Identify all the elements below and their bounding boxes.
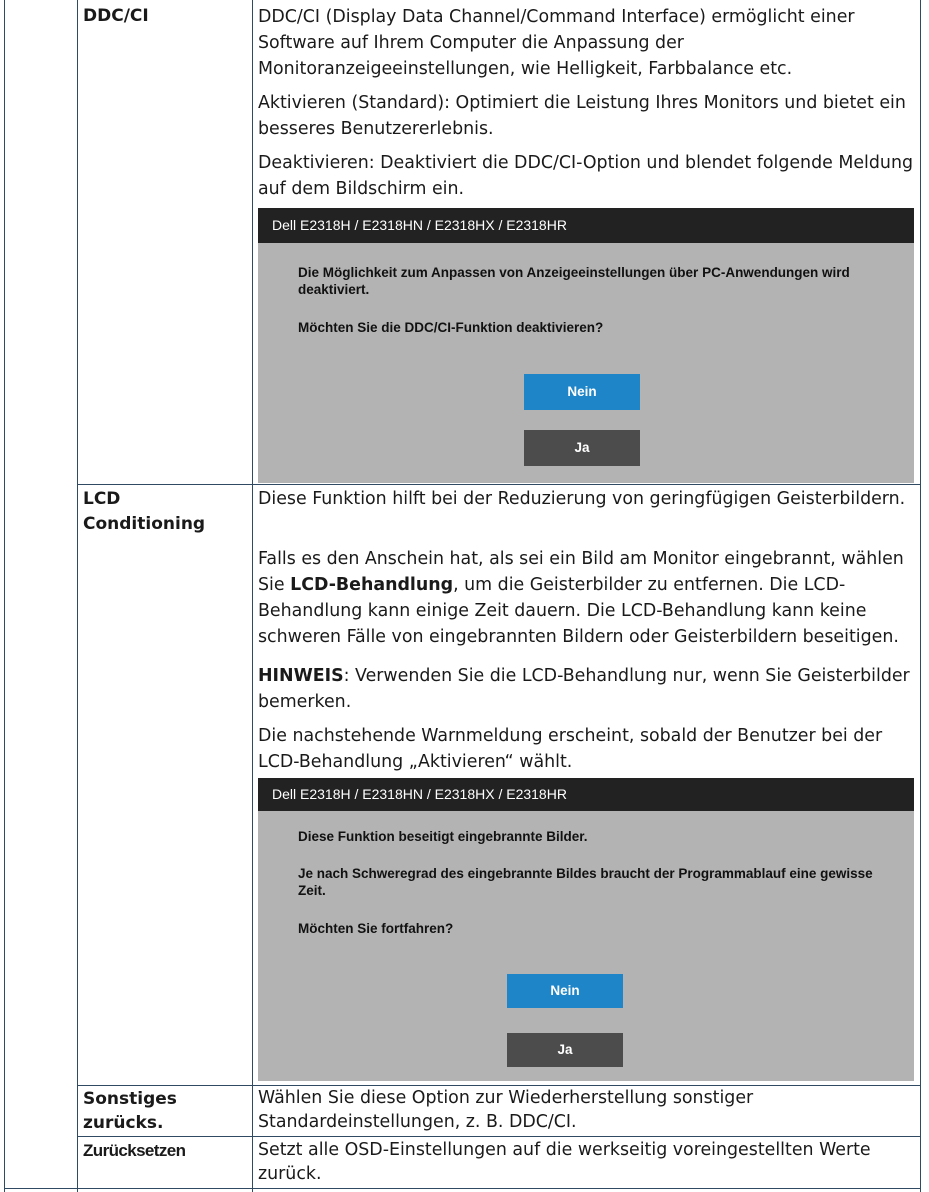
row-label-conditioning: Conditioning	[83, 514, 206, 534]
lcd-note-paragraph: HINWEIS: Verwenden Sie die LCD-Behandlun…	[258, 663, 918, 715]
row-label-zuruecksetzen: Zurücksetzen	[83, 1141, 186, 1160]
note-text: : Verwenden Sie die LCD-Behandlung nur, …	[258, 666, 910, 712]
lcd-paragraph-4: Die nachstehende Warnmeldung erscheint, …	[258, 726, 883, 772]
row-label-zuruecks: zurücks.	[83, 1113, 164, 1133]
dialog-detail: Je nach Schweregrad des eingebrannte Bil…	[298, 866, 873, 898]
lcd-paragraph-1: Diese Funktion hilft bei der Reduzierung…	[258, 489, 906, 509]
dialog-question: Möchten Sie die DDC/CI-Funktion deaktivi…	[298, 320, 604, 335]
ddc-warning-dialog: Dell E2318H / E2318HN / E2318HX / E2318H…	[258, 208, 914, 483]
dialog-title-bar: Dell E2318H / E2318HN / E2318HX / E2318H…	[258, 778, 914, 811]
yes-button[interactable]: Ja	[507, 1033, 623, 1067]
dialog-message: Diese Funktion beseitigt eingebrannte Bi…	[298, 829, 588, 844]
ddc-paragraph-2: Aktivieren (Standard): Optimiert die Lei…	[258, 93, 906, 139]
other-reset-description: Wählen Sie diese Option zur Wiederherste…	[258, 1088, 754, 1132]
table-border-left	[4, 0, 5, 1192]
dialog-question: Möchten Sie fortfahren?	[298, 921, 454, 936]
row-label-ddc-ci: DDC/CI	[83, 6, 149, 26]
note-label: HINWEIS	[258, 666, 344, 686]
lcd-treatment-term: LCD-Behandlung	[290, 575, 454, 595]
row-label-lcd: LCD	[83, 489, 121, 509]
dialog-message: Die Möglichkeit zum Anpassen von Anzeige…	[298, 265, 850, 297]
table-border-right	[920, 0, 921, 1192]
ddc-paragraph-1: DDC/CI (Display Data Channel/Command Int…	[258, 7, 855, 79]
no-button[interactable]: Nein	[507, 974, 623, 1008]
row-divider-3	[77, 1136, 921, 1137]
factory-reset-description: Setzt alle OSD-Einstellungen auf die wer…	[258, 1140, 871, 1184]
dialog-title-bar: Dell E2318H / E2318HN / E2318HX / E2318H…	[258, 208, 914, 243]
lcd-paragraph-2: Falls es den Anschein hat, als sei ein B…	[258, 546, 918, 650]
table-border-bottom	[4, 1188, 921, 1189]
table-border-col1	[77, 0, 78, 1192]
lcd-warning-dialog: Dell E2318H / E2318HN / E2318HX / E2318H…	[258, 778, 914, 1081]
no-button[interactable]: Nein	[524, 374, 640, 410]
row-divider-1	[77, 484, 921, 485]
row-label-sonstiges: Sonstiges	[83, 1089, 177, 1109]
ddc-paragraph-3: Deaktivieren: Deaktiviert die DDC/CI-Opt…	[258, 153, 914, 199]
settings-table: DDC/CI DDC/CI (Display Data Channel/Comm…	[0, 0, 929, 1192]
yes-button[interactable]: Ja	[524, 430, 640, 466]
table-border-col2	[252, 0, 253, 1192]
